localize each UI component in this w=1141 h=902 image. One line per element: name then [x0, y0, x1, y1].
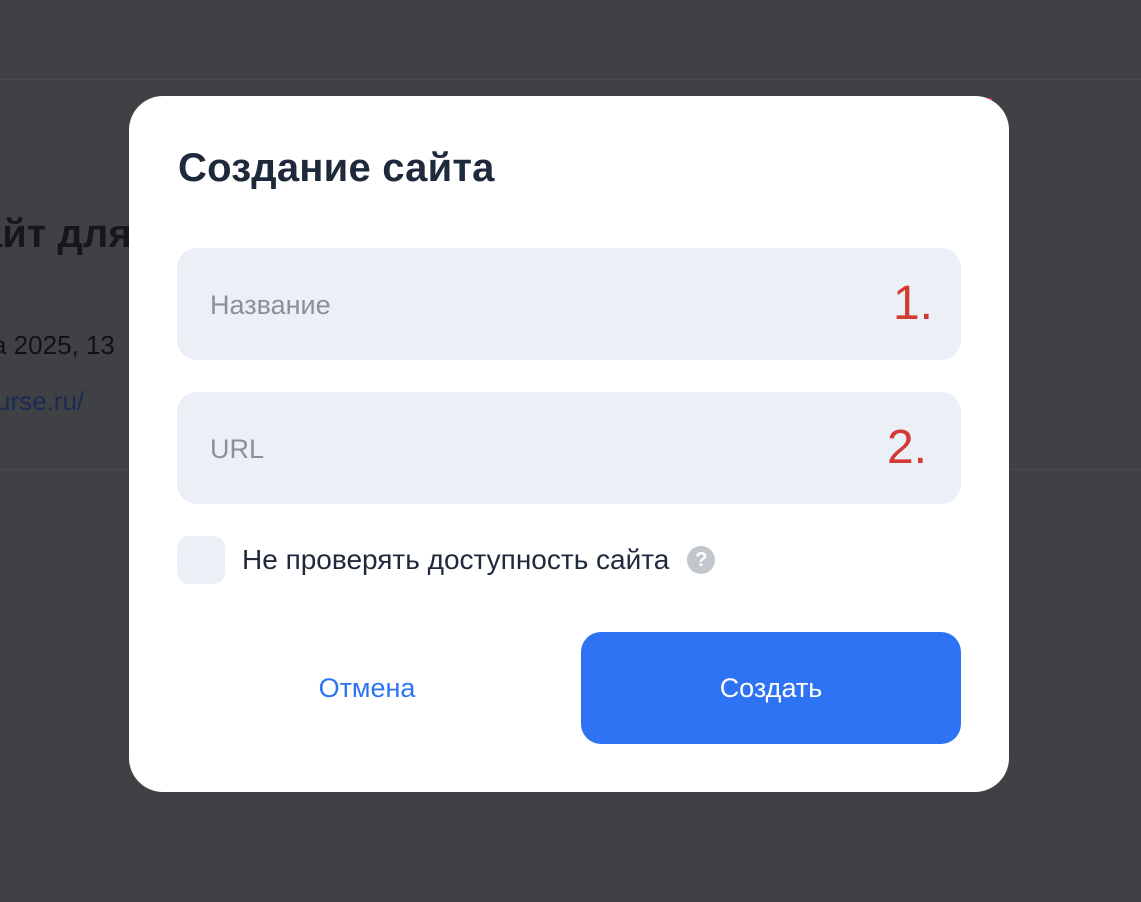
cancel-button[interactable]: Отмена [177, 632, 557, 744]
name-input-placeholder: Название [210, 290, 331, 320]
dialog-title: Создание сайта [178, 146, 495, 190]
background-site-date: а 2025, 13 [0, 330, 115, 360]
url-input-placeholder: URL [210, 434, 265, 464]
create-site-dialog: Создание сайта Название 1. URL 2. Не про… [129, 96, 1009, 792]
skip-availability-checkbox[interactable] [177, 536, 225, 584]
name-input[interactable]: Название 1. [177, 248, 961, 360]
skip-availability-check-row: Не проверять доступность сайта ? [177, 536, 716, 584]
annotation-number-1: 1. [892, 277, 933, 330]
create-button[interactable]: Создать [581, 632, 961, 744]
background-site-title: айт для [0, 212, 132, 256]
url-input[interactable]: URL 2. [177, 392, 961, 504]
question-circle-icon[interactable]: ? [687, 546, 716, 574]
background-site-link: urse.ru/ [0, 386, 85, 416]
skip-availability-label[interactable]: Не проверять доступность сайта [242, 544, 669, 576]
annotation-number-2: 2. [886, 421, 927, 474]
